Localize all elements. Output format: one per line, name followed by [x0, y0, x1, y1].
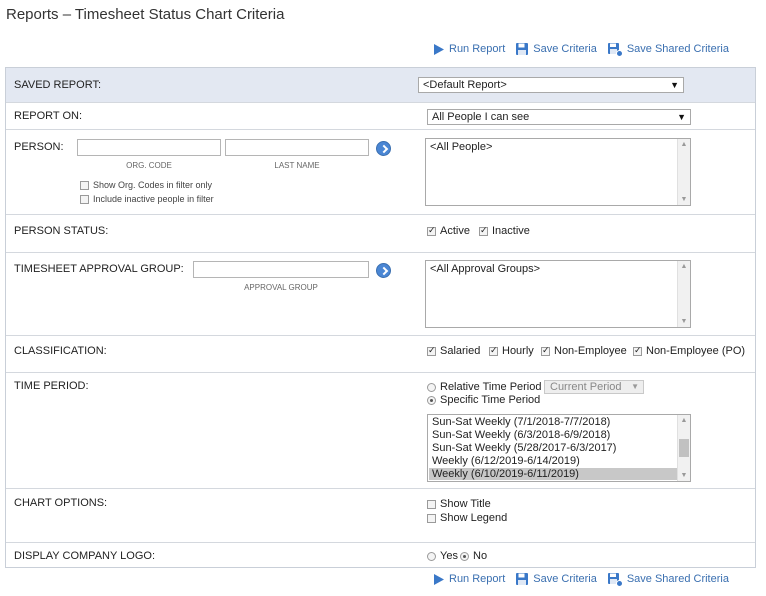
- checkbox-box: [633, 345, 642, 356]
- non-employee-checkbox[interactable]: Non-Employee: [541, 345, 627, 357]
- scroll-up-icon[interactable]: ▲: [678, 141, 690, 148]
- dropdown-arrow-icon: ▼: [631, 382, 639, 391]
- dropdown-arrow-icon: ▼: [670, 80, 679, 90]
- checkbox-box: [80, 194, 89, 204]
- floppy-disk-icon: [516, 43, 529, 55]
- inactive-checkbox[interactable]: Inactive: [479, 225, 530, 237]
- time-period-listbox[interactable]: Sun-Sat Weekly (7/1/2018-7/7/2018) Sun-S…: [427, 414, 691, 482]
- scroll-down-icon[interactable]: ▼: [678, 472, 690, 479]
- salaried-checkbox[interactable]: Salaried: [427, 345, 480, 357]
- active-checkbox[interactable]: Active: [427, 225, 470, 237]
- row-approval-group: TIMESHEET APPROVAL GROUP: APPROVAL GROUP…: [6, 252, 755, 335]
- list-item[interactable]: Weekly (6/12/2019-6/14/2019): [432, 455, 580, 467]
- checkbox-box: [80, 180, 89, 190]
- include-inactive-checkbox[interactable]: Include inactive people in filter: [80, 194, 214, 204]
- row-report-on: REPORT ON: All People I can see ▼: [6, 102, 755, 129]
- row-chart-options: CHART OPTIONS: Show Title Show Legend: [6, 488, 755, 542]
- checkbox-box: [479, 225, 488, 236]
- save-criteria-button[interactable]: Save Criteria: [515, 42, 597, 56]
- list-item-selected[interactable]: Weekly (6/10/2019-6/11/2019): [429, 468, 677, 480]
- report-on-label: REPORT ON:: [14, 110, 83, 122]
- floppy-disk-icon: [516, 573, 529, 585]
- list-item[interactable]: <All People>: [430, 141, 492, 153]
- checkbox-box: [541, 345, 550, 356]
- checkbox-box: [427, 513, 436, 523]
- approval-group-search-button[interactable]: [376, 263, 391, 278]
- page-title: Reports – Timesheet Status Chart Criteri…: [6, 6, 285, 23]
- action-bar-top: Run Report Save Criteria Save Shared Cri…: [432, 40, 739, 58]
- save-shared-criteria-button[interactable]: Save Shared Criteria: [607, 572, 729, 587]
- logo-no-radio[interactable]: No: [460, 550, 487, 562]
- radio-circle: [460, 551, 469, 561]
- relative-time-radio[interactable]: Relative Time Period: [427, 381, 542, 393]
- list-item[interactable]: Sun-Sat Weekly (7/1/2018-7/7/2018): [432, 416, 610, 428]
- run-report-button[interactable]: Run Report: [432, 43, 505, 56]
- org-code-caption: ORG. CODE: [126, 161, 172, 170]
- show-title-checkbox[interactable]: Show Title: [427, 498, 491, 510]
- save-criteria-button[interactable]: Save Criteria: [515, 572, 597, 586]
- shared-floppy-icon: [607, 42, 623, 57]
- checkbox-box: [489, 345, 498, 356]
- radio-circle: [427, 551, 436, 561]
- approval-group-input[interactable]: [193, 261, 369, 278]
- report-on-select[interactable]: All People I can see ▼: [427, 109, 691, 125]
- row-classification: CLASSIFICATION: Salaried Hourly Non-Empl…: [6, 335, 755, 372]
- scrollbar-thumb[interactable]: [679, 439, 689, 457]
- checkbox-box: [427, 345, 436, 356]
- time-period-label: TIME PERIOD:: [14, 380, 89, 392]
- list-item[interactable]: Sun-Sat Weekly (6/3/2018-6/9/2018): [432, 429, 610, 441]
- dropdown-arrow-icon: ▼: [677, 112, 686, 122]
- run-report-button[interactable]: Run Report: [432, 573, 505, 586]
- play-icon: [434, 573, 444, 585]
- radio-circle: [427, 395, 436, 405]
- show-org-codes-checkbox[interactable]: Show Org. Codes in filter only: [80, 180, 212, 190]
- list-item[interactable]: <All Approval Groups>: [430, 263, 540, 275]
- shared-floppy-icon: [607, 572, 623, 587]
- hourly-checkbox[interactable]: Hourly: [489, 345, 534, 357]
- person-search-button[interactable]: [376, 141, 391, 156]
- row-saved-report: SAVED REPORT: <Default Report> ▼: [6, 68, 755, 102]
- scroll-down-icon[interactable]: ▼: [678, 318, 690, 325]
- person-listbox[interactable]: <All People> ▲ ▼: [425, 138, 691, 206]
- saved-report-select[interactable]: <Default Report> ▼: [418, 77, 684, 93]
- criteria-form: SAVED REPORT: <Default Report> ▼ REPORT …: [5, 67, 756, 568]
- checkbox-box: [427, 225, 436, 236]
- chart-options-label: CHART OPTIONS:: [14, 497, 108, 509]
- save-shared-criteria-button[interactable]: Save Shared Criteria: [607, 42, 729, 57]
- saved-report-label: SAVED REPORT:: [14, 79, 102, 91]
- show-legend-checkbox[interactable]: Show Legend: [427, 512, 507, 524]
- row-time-period: TIME PERIOD: Relative Time Period Curren…: [6, 372, 755, 488]
- checkbox-box: [427, 499, 436, 509]
- approval-group-listbox[interactable]: <All Approval Groups> ▲ ▼: [425, 260, 691, 328]
- approval-group-caption: APPROVAL GROUP: [244, 283, 318, 292]
- relative-period-select[interactable]: Current Period ▼: [544, 380, 644, 394]
- last-name-input[interactable]: [225, 139, 369, 156]
- row-company-logo: DISPLAY COMPANY LOGO: Yes No: [6, 542, 755, 568]
- scroll-up-icon[interactable]: ▲: [678, 263, 690, 270]
- non-employee-po-checkbox[interactable]: Non-Employee (PO): [633, 345, 745, 357]
- logo-yes-radio[interactable]: Yes: [427, 550, 458, 562]
- scroll-up-icon[interactable]: ▲: [678, 417, 690, 424]
- scrollbar[interactable]: ▲ ▼: [677, 415, 690, 481]
- approval-group-label: TIMESHEET APPROVAL GROUP:: [14, 263, 184, 275]
- play-icon: [434, 43, 444, 55]
- scrollbar[interactable]: ▲ ▼: [677, 139, 690, 205]
- list-item[interactable]: Sun-Sat Weekly (5/28/2017-6/3/2017): [432, 442, 616, 454]
- person-label: PERSON:: [14, 141, 64, 153]
- company-logo-label: DISPLAY COMPANY LOGO:: [14, 550, 156, 562]
- org-code-input[interactable]: [77, 139, 221, 156]
- scroll-down-icon[interactable]: ▼: [678, 196, 690, 203]
- action-bar-bottom: Run Report Save Criteria Save Shared Cri…: [432, 570, 739, 588]
- radio-circle: [427, 382, 436, 392]
- last-name-caption: LAST NAME: [274, 161, 320, 170]
- person-status-label: PERSON STATUS:: [14, 225, 109, 237]
- specific-time-radio[interactable]: Specific Time Period: [427, 394, 540, 406]
- scrollbar[interactable]: ▲ ▼: [677, 261, 690, 327]
- row-person-status: PERSON STATUS: Active Inactive: [6, 214, 755, 252]
- classification-label: CLASSIFICATION:: [14, 345, 107, 357]
- row-person: PERSON: ORG. CODE LAST NAME Show Org. Co…: [6, 129, 755, 214]
